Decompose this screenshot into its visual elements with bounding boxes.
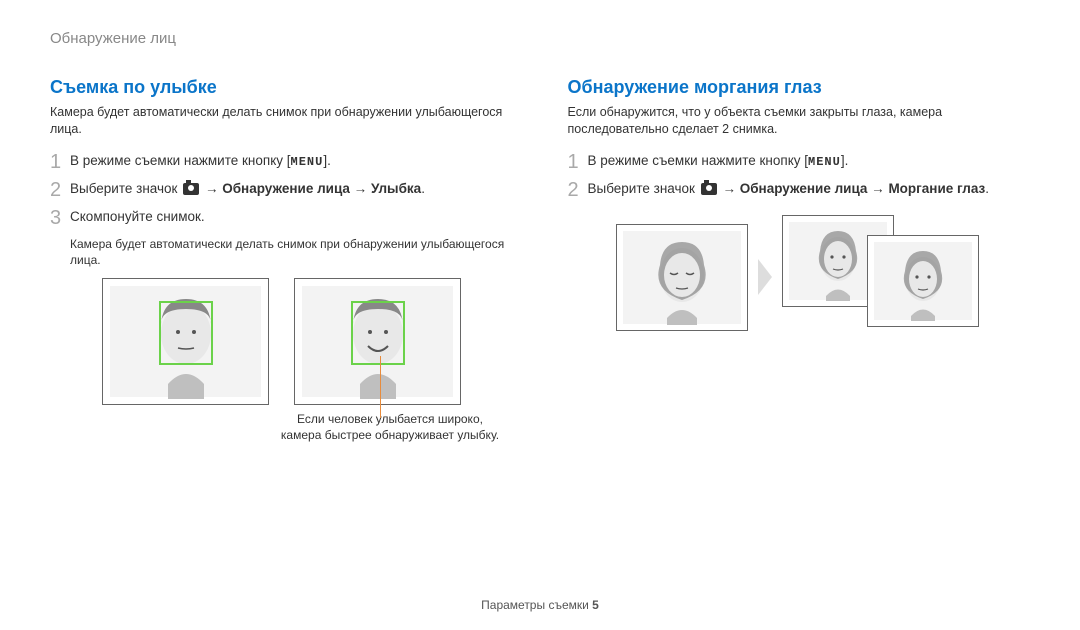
face-neutral-illustration [108,284,263,399]
step-number: 2 [50,180,70,200]
face-smiling-illustration [300,284,455,399]
step-body: В режиме съемки нажмите кнопку [MENU]. [70,152,331,171]
step-bold: Моргание глаз [888,181,985,196]
blink-result-frame-2 [867,235,979,327]
step-bold: Улыбка [371,181,421,196]
camera-icon [701,183,717,195]
smile-frame-neutral [102,278,269,405]
left-step-2: 2 Выберите значок → Обнаружение лица → У… [50,180,513,200]
step-bold: Обнаружение лица [740,181,868,196]
left-heading: Съемка по улыбке [50,77,513,98]
smile-frame-smiling [294,278,461,405]
footer-label: Параметры съемки [481,598,592,612]
step-body: Выберите значок → Обнаружение лица → Мор… [588,180,990,199]
face-open-illustration [873,241,973,321]
step-bold: Обнаружение лица [222,181,350,196]
step-arrow: → [719,181,740,196]
right-heading: Обнаружение моргания глаз [568,77,1031,98]
menu-glyph: MENU [808,155,841,169]
smile-image-row [50,278,513,405]
step-text: ]. [323,153,331,168]
left-step-3: 3 Скомпонуйте снимок. [50,208,513,228]
left-intro: Камера будет автоматически делать снимок… [50,104,513,138]
step-text: ]. [841,153,849,168]
blink-result-pair [782,215,982,340]
step-body: В режиме съемки нажмите кнопку [MENU]. [588,152,849,171]
step-number: 2 [568,180,588,200]
left-step-1: 1 В режиме съемки нажмите кнопку [MENU]. [50,152,513,172]
step-end: . [421,181,425,196]
callout-text: Если человек улыбается широко, камера бы… [280,411,500,443]
right-step-2: 2 Выберите значок → Обнаружение лица → М… [568,180,1031,200]
blink-image-row [568,215,1031,340]
right-intro: Если обнаружится, что у объекта съемки з… [568,104,1031,138]
page-number: 5 [592,598,599,612]
step-text: Выберите значок [70,181,181,196]
step-number: 1 [568,152,588,172]
content-columns: Съемка по улыбке Камера будет автоматиче… [50,77,1030,461]
left-substep: Камера будет автоматически делать снимок… [70,236,513,268]
menu-glyph: MENU [291,155,324,169]
arrow-right-icon [758,259,772,295]
right-step-1: 1 В режиме съемки нажмите кнопку [MENU]. [568,152,1031,172]
step-text: В режиме съемки нажмите кнопку [ [70,153,291,168]
page-footer: Параметры съемки 5 [0,598,1080,612]
step-body: Скомпонуйте снимок. [70,208,205,227]
left-column: Съемка по улыбке Камера будет автоматиче… [50,77,513,461]
step-body: Выберите значок → Обнаружение лица → Улы… [70,180,425,199]
step-end: . [985,181,989,196]
blink-frame-closed [616,224,748,331]
breadcrumb: Обнаружение лиц [50,30,1030,47]
manual-page: Обнаружение лиц Съемка по улыбке Камера … [0,0,1080,630]
step-number: 1 [50,152,70,172]
step-arrow: → [867,181,888,196]
step-number: 3 [50,208,70,228]
step-arrow: → [201,181,222,196]
step-text: Выберите значок [588,181,699,196]
step-arrow: → [350,181,371,196]
right-column: Обнаружение моргания глаз Если обнаружит… [568,77,1031,461]
face-eyes-closed-illustration [622,230,742,325]
step-text: В режиме съемки нажмите кнопку [ [588,153,809,168]
callout-line: Если человек улыбается широко, камера бы… [50,411,513,461]
camera-icon [183,183,199,195]
